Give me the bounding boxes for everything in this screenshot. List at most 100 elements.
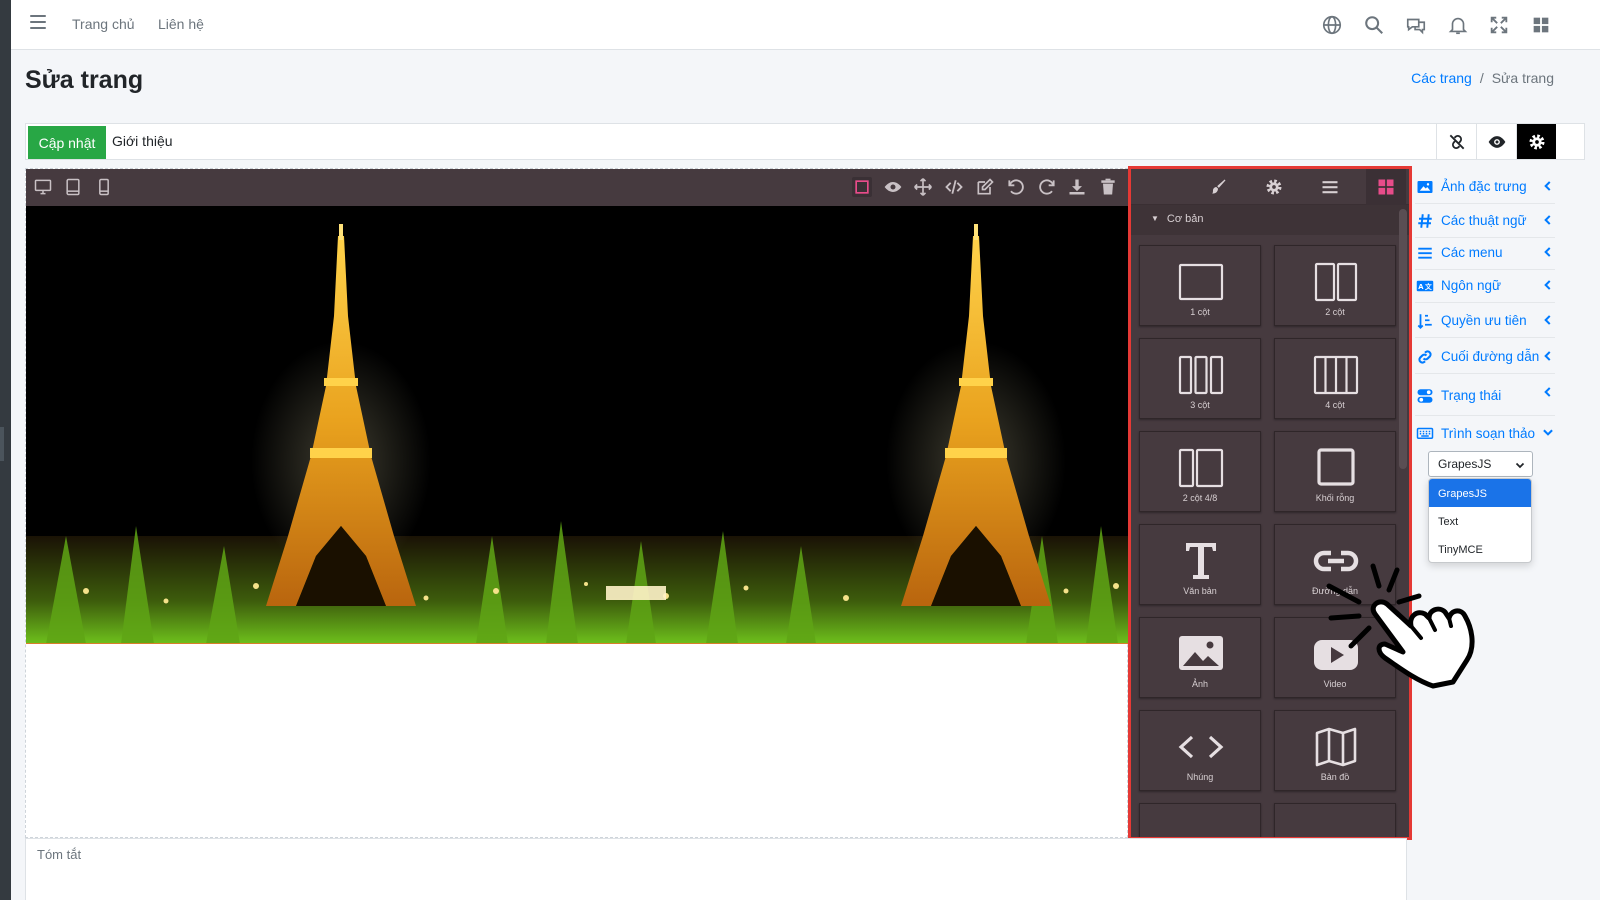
style-manager-tab[interactable] [1198, 169, 1238, 205]
block-empty-box[interactable]: Khối rỗng [1274, 431, 1396, 512]
nav-link-home[interactable]: Trang chủ [72, 16, 135, 32]
sidebar-item-label: Cuối đường dẫn [1441, 349, 1540, 364]
block-manager-tab[interactable] [1366, 169, 1406, 205]
block-label: 4 cột [1325, 400, 1345, 410]
chevron-left-icon [1541, 278, 1555, 292]
left-sidebar-strip [0, 0, 11, 900]
image-icon [1179, 636, 1223, 670]
undo-icon[interactable] [1006, 177, 1026, 197]
trash-icon[interactable] [1098, 177, 1118, 197]
block-label: 3 cột [1190, 400, 1210, 410]
eiffel-tower-banner-image[interactable] [26, 206, 1129, 644]
settings-button[interactable] [1516, 124, 1556, 159]
block-3-columns[interactable]: 3 cột [1139, 338, 1261, 419]
block-embed[interactable]: Nhúng [1139, 710, 1261, 791]
breadcrumb-link-pages[interactable]: Các trang [1411, 70, 1472, 86]
sidebar-item-language[interactable]: A文 Ngôn ngữ [1415, 269, 1555, 303]
empty-box-icon [1317, 448, 1355, 486]
device-mobile-icon[interactable] [94, 177, 114, 197]
sidebar-item-label: Các menu [1441, 245, 1503, 260]
sidebar-item-priority[interactable]: Quyền ưu tiên [1415, 304, 1555, 338]
blocks-panel: ▼ Cơ bản 1 cột 2 cột 3 cột 4 cột 2 cột 4/… [1128, 166, 1412, 840]
sidebar-item-label: Trình soạn thảo [1441, 425, 1536, 441]
sidebar-item-label: Trạng thái [1441, 388, 1502, 403]
redo-icon[interactable] [1037, 177, 1057, 197]
block-text[interactable]: Văn bản [1139, 524, 1261, 605]
download-icon[interactable] [1067, 177, 1087, 197]
menu-toggle-icon[interactable] [30, 15, 46, 33]
chevron-down-icon [1515, 462, 1525, 469]
option-tinymce[interactable]: TinyMCE [1429, 535, 1531, 563]
search-icon[interactable] [1363, 14, 1385, 36]
block-label: Bản đồ [1320, 772, 1350, 782]
sidebar-item-label: Ngôn ngữ [1441, 278, 1502, 293]
sidebar-item-taxonomies[interactable]: Các thuật ngữ [1415, 204, 1555, 238]
move-arrows-icon[interactable] [913, 177, 933, 197]
layer-manager-tab[interactable] [1310, 169, 1350, 205]
caret-down-icon: ▼ [1151, 214, 1159, 223]
link-icon [1415, 347, 1435, 367]
title-row: Cập nhật Giới thiệu [25, 123, 1585, 160]
page-title-input[interactable]: Giới thiệu [112, 133, 173, 149]
preview-eye-icon[interactable] [883, 177, 903, 197]
block-2-columns-4-8[interactable]: 2 cột 4/8 [1139, 431, 1261, 512]
device-desktop-icon[interactable] [33, 177, 53, 197]
code-icon[interactable] [944, 177, 964, 197]
chevron-left-icon [1541, 179, 1555, 193]
panel-scrollbar[interactable] [1399, 209, 1407, 469]
unlink-button[interactable] [1436, 124, 1476, 159]
three-columns-icon [1178, 355, 1224, 395]
sort-icon [1415, 311, 1435, 331]
one-column-icon [1178, 263, 1224, 301]
page-editor-canvas[interactable] [25, 168, 1129, 838]
editor-select-value: GrapesJS [1438, 457, 1492, 471]
trait-manager-tab[interactable] [1254, 169, 1294, 205]
map-icon [1315, 727, 1357, 767]
block-4-columns[interactable]: 4 cột [1274, 338, 1396, 419]
sw-visibility-icon[interactable] [852, 177, 872, 197]
block-more[interactable] [1139, 803, 1261, 837]
chevron-left-icon [1541, 313, 1555, 327]
edit-icon[interactable] [975, 177, 995, 197]
block-label: Nhúng [1186, 772, 1214, 782]
paint-brush-icon [1212, 179, 1226, 194]
sidebar-item-editor[interactable]: Trình soạn thảo [1415, 416, 1555, 450]
globe-icon[interactable] [1321, 14, 1343, 36]
sidebar-item-label: Các thuật ngữ [1441, 213, 1527, 228]
layers-list-icon [1322, 181, 1338, 194]
block-1-column[interactable]: 1 cột [1139, 245, 1261, 326]
block-more[interactable] [1274, 803, 1396, 837]
pointing-hand-icon [1326, 563, 1475, 689]
svg-text:文: 文 [1424, 282, 1432, 291]
gear-icon [1529, 134, 1544, 149]
update-button[interactable]: Cập nhật [28, 126, 106, 159]
expand-icon[interactable] [1488, 14, 1510, 36]
block-2-columns[interactable]: 2 cột [1274, 245, 1396, 326]
option-text[interactable]: Text [1429, 507, 1531, 535]
apps-icon[interactable] [1530, 14, 1552, 36]
summary-textarea[interactable]: Tóm tắt [25, 838, 1407, 900]
block-map[interactable]: Bản đồ [1274, 710, 1396, 791]
option-grapesjs[interactable]: GrapesJS [1429, 479, 1531, 507]
device-tablet-icon[interactable] [63, 177, 83, 197]
sidebar-item-featured-image[interactable]: Ảnh đặc trưng [1415, 170, 1555, 204]
sidebar-item-label: Ảnh đặc trưng [1441, 179, 1527, 194]
editor-type-select[interactable]: GrapesJS [1428, 451, 1533, 477]
block-category-basic[interactable]: ▼ Cơ bản [1131, 205, 1409, 235]
preview-button[interactable] [1476, 124, 1516, 159]
nav-link-contact[interactable]: Liên hệ [158, 16, 204, 32]
sidebar-item-menus[interactable]: Các menu [1415, 236, 1555, 270]
hashtag-icon [1415, 211, 1435, 231]
keyboard-icon [1415, 423, 1435, 443]
sidebar-item-status[interactable]: Trạng thái [1415, 376, 1555, 416]
chevron-left-icon [1541, 349, 1555, 363]
breadcrumb: Các trang / Sửa trang [1411, 70, 1554, 86]
chat-icon[interactable] [1405, 14, 1427, 36]
eye-icon [1488, 135, 1505, 148]
block-image[interactable]: Ảnh [1139, 617, 1261, 698]
sidebar-item-slug[interactable]: Cuối đường dẫn [1415, 340, 1555, 374]
block-label: 2 cột 4/8 [1182, 493, 1218, 503]
bell-icon[interactable] [1447, 14, 1469, 36]
block-label: Văn bản [1183, 586, 1217, 596]
two-columns-icon [1314, 262, 1358, 302]
